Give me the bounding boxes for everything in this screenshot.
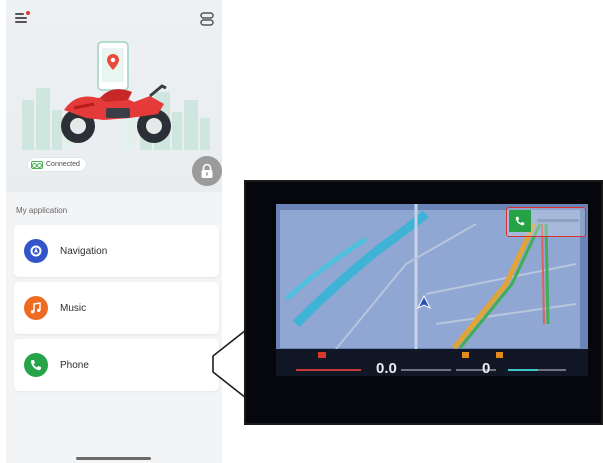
hud-graphics (296, 352, 566, 371)
phone-icon (509, 210, 531, 232)
instrument-status-bar (276, 349, 588, 376)
dashboard-screen (276, 204, 588, 376)
incoming-call-indicator (506, 207, 586, 237)
gear-readout: 0 (482, 360, 491, 377)
dashboard-photo: 0.0 0 (244, 180, 603, 425)
speed-readout: 0.0 (376, 360, 397, 377)
caller-info-bar (537, 219, 579, 222)
